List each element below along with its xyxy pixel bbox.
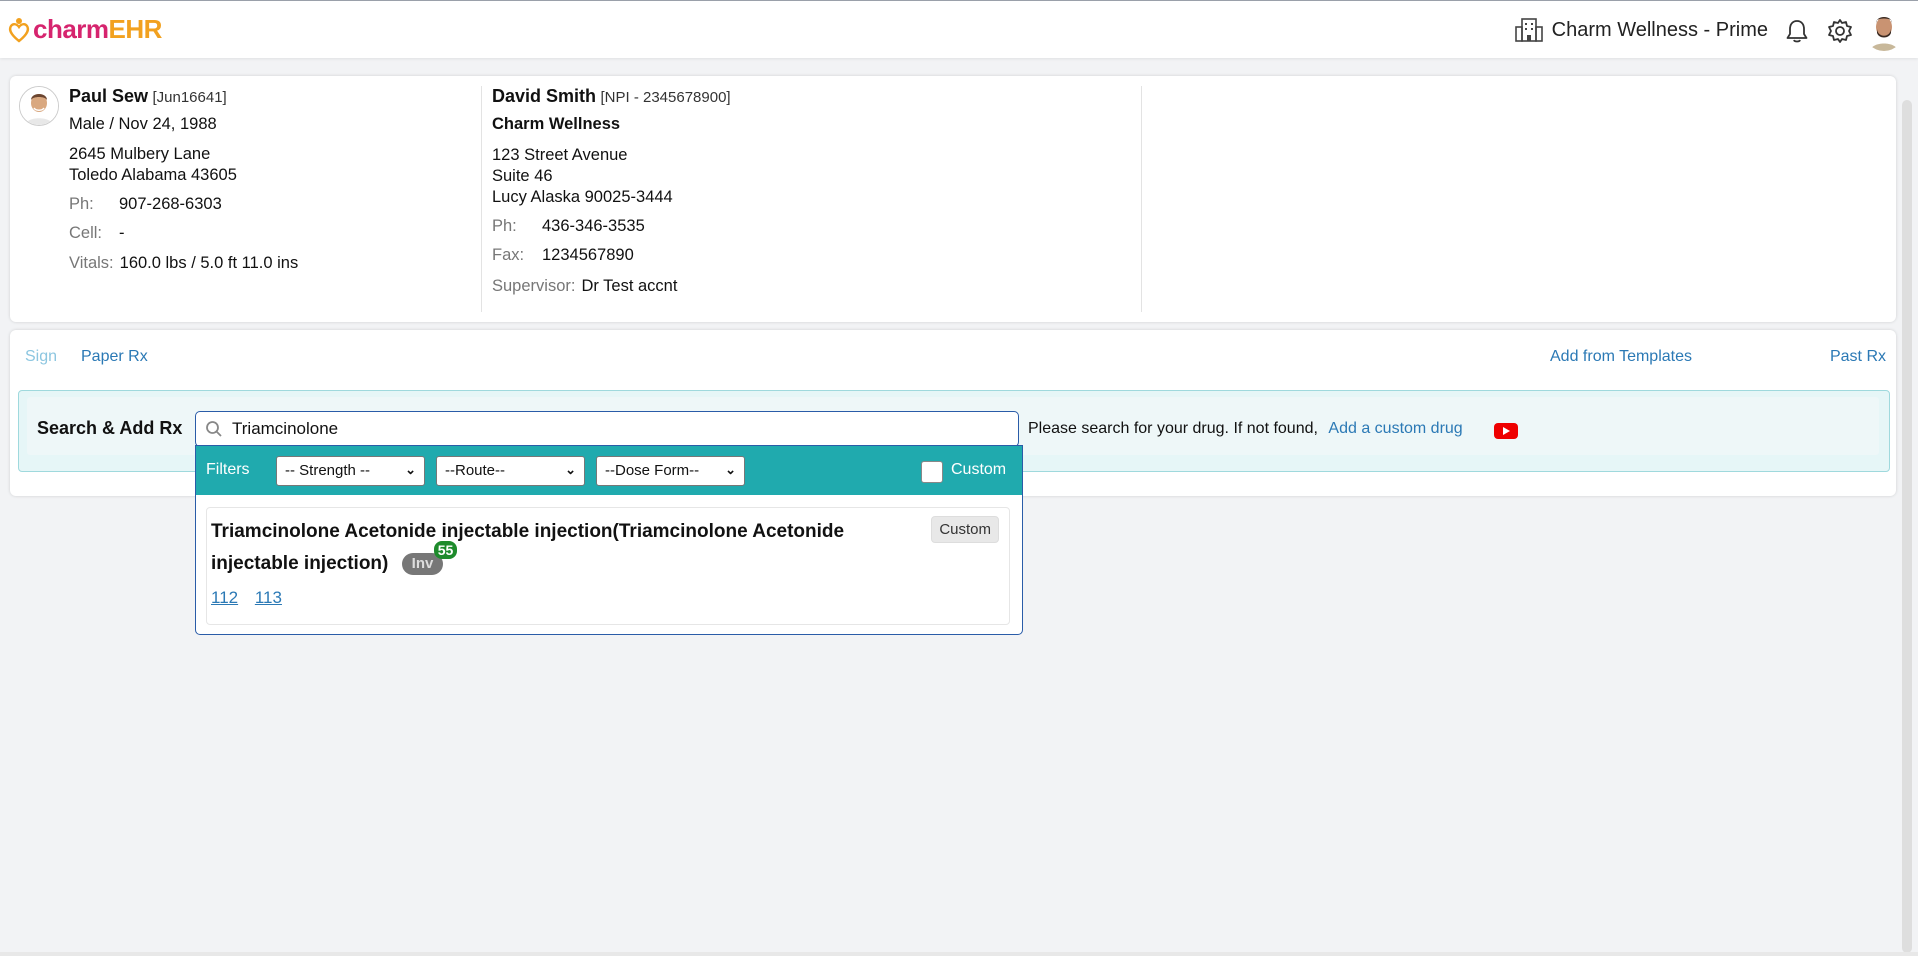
patient-phone: 907-268-6303 — [119, 195, 222, 213]
provider-address-line3: Lucy Alaska 90025-3444 — [492, 188, 673, 206]
search-add-rx-label: Search & Add Rx — [37, 418, 183, 438]
provider-address-line2: Suite 46 — [492, 167, 553, 185]
patient-phone-row: Ph: 907-268-6303 — [69, 194, 298, 215]
patient-photo — [19, 86, 59, 126]
custom-checkbox-label: Custom — [951, 461, 1007, 478]
supervisor-label: Supervisor: — [492, 277, 576, 295]
patient-cell: - — [119, 224, 125, 242]
drug-search-input[interactable] — [230, 416, 1004, 442]
add-custom-drug-link[interactable]: Add a custom drug — [1328, 420, 1462, 437]
bottom-border — [0, 952, 1918, 956]
patient-vitals-row: Vitals: 160.0 lbs / 5.0 ft 11.0 ins — [69, 253, 298, 274]
patient-address-line1: 2645 Mulbery Lane — [69, 145, 211, 163]
route-select[interactable]: --Route-- ⌄ — [436, 456, 585, 486]
code-link[interactable]: 112 — [211, 588, 238, 607]
provider-phone-row: Ph: 436-346-3535 — [492, 216, 731, 237]
strength-select-value: -- Strength -- — [285, 462, 371, 479]
filters-label: Filters — [206, 461, 250, 478]
tab-sign[interactable]: Sign — [25, 348, 57, 366]
search-result-item[interactable]: Triamcinolone Acetonide injectable injec… — [206, 507, 1010, 625]
logo-text-charm: charm — [33, 14, 109, 44]
charm-ehr-logo[interactable]: charm EHR — [8, 14, 162, 45]
tab-paper-rx[interactable]: Paper Rx — [81, 348, 148, 366]
patient-vitals: 160.0 lbs / 5.0 ft 11.0 ins — [119, 254, 299, 272]
patient-provider-card: Paul Sew [Jun16641] Male / Nov 24, 1988 … — [10, 76, 1896, 322]
phone-label: Ph: — [492, 217, 517, 235]
inventory-badge: Inv 55 — [401, 540, 458, 575]
vitals-label: Vitals: — [69, 254, 114, 272]
chevron-down-icon: ⌄ — [565, 462, 576, 477]
youtube-icon[interactable] — [1494, 423, 1518, 439]
chevron-down-icon: ⌄ — [405, 462, 416, 477]
dose-form-select[interactable]: --Dose Form-- ⌄ — [596, 456, 745, 486]
provider-fax-row: Fax: 1234567890 — [492, 245, 731, 266]
filter-bar: Filters -- Strength -- ⌄ --Route-- ⌄ --D… — [196, 446, 1022, 495]
drug-name: Triamcinolone Acetonide injectable injec… — [211, 521, 845, 574]
chevron-down-icon: ⌄ — [725, 462, 736, 477]
search-hint-text: Please search for your drug. If not foun… — [1028, 420, 1318, 437]
page-scrollbar[interactable] — [1902, 100, 1912, 953]
drug-search-field[interactable] — [195, 411, 1019, 447]
organization-switcher[interactable]: Charm Wellness - Prime — [1514, 17, 1768, 43]
provider-npi: [NPI - 2345678900] — [600, 89, 731, 106]
patient-cell-row: Cell: - — [69, 223, 298, 244]
provider-address-line1: 123 Street Avenue — [492, 146, 628, 164]
search-hint: Please search for your drug. If not foun… — [1028, 420, 1463, 438]
custom-checkbox[interactable] — [921, 461, 943, 483]
top-bar: charm EHR Charm Wellness - Prime — [0, 0, 1918, 58]
organization-name: Charm Wellness - Prime — [1551, 18, 1768, 41]
search-icon — [206, 421, 222, 437]
bell-icon[interactable] — [1784, 18, 1810, 44]
drug-codes: 112 113 — [211, 588, 294, 608]
inventory-badge-label: Inv — [411, 554, 434, 572]
provider-supervisor: Dr Test accnt — [581, 277, 678, 295]
provider-supervisor-row: Supervisor: Dr Test accnt — [492, 276, 731, 297]
user-avatar[interactable] — [1864, 11, 1904, 51]
logo-text-ehr: EHR — [108, 14, 163, 44]
patient-gender-dob: Male / Nov 24, 1988 — [69, 115, 217, 133]
route-select-value: --Route-- — [445, 462, 506, 479]
inventory-count-badge: 55 — [433, 540, 458, 559]
building-icon — [1514, 18, 1543, 42]
column-divider — [481, 86, 482, 312]
heart-person-icon — [8, 17, 30, 43]
provider-name: David Smith — [492, 86, 597, 106]
cell-label: Cell: — [69, 224, 103, 242]
patient-address-line2: Toledo Alabama 43605 — [69, 166, 237, 184]
dose-form-select-value: --Dose Form-- — [605, 462, 700, 479]
patient-name[interactable]: Paul Sew — [69, 86, 148, 106]
add-from-templates-link[interactable]: Add from Templates — [1550, 348, 1692, 366]
past-rx-link[interactable]: Past Rx — [1830, 348, 1886, 366]
column-divider — [1141, 86, 1142, 312]
phone-label: Ph: — [69, 195, 94, 213]
gear-icon[interactable] — [1826, 17, 1854, 45]
provider-fax: 1234567890 — [542, 246, 634, 264]
fax-label: Fax: — [492, 246, 525, 264]
custom-tag: Custom — [931, 516, 999, 543]
provider-phone: 436-346-3535 — [542, 217, 645, 235]
patient-id: [Jun16641] — [152, 89, 227, 106]
patient-details: Paul Sew [Jun16641] Male / Nov 24, 1988 … — [69, 86, 298, 274]
drug-title[interactable]: Triamcinolone Acetonide injectable injec… — [211, 516, 911, 580]
provider-facility: Charm Wellness — [492, 115, 621, 133]
provider-details: David Smith [NPI - 2345678900] Charm Wel… — [492, 86, 731, 297]
code-link[interactable]: 113 — [255, 588, 282, 607]
strength-select[interactable]: -- Strength -- ⌄ — [276, 456, 425, 486]
search-results-dropdown: Filters -- Strength -- ⌄ --Route-- ⌄ --D… — [195, 445, 1023, 635]
